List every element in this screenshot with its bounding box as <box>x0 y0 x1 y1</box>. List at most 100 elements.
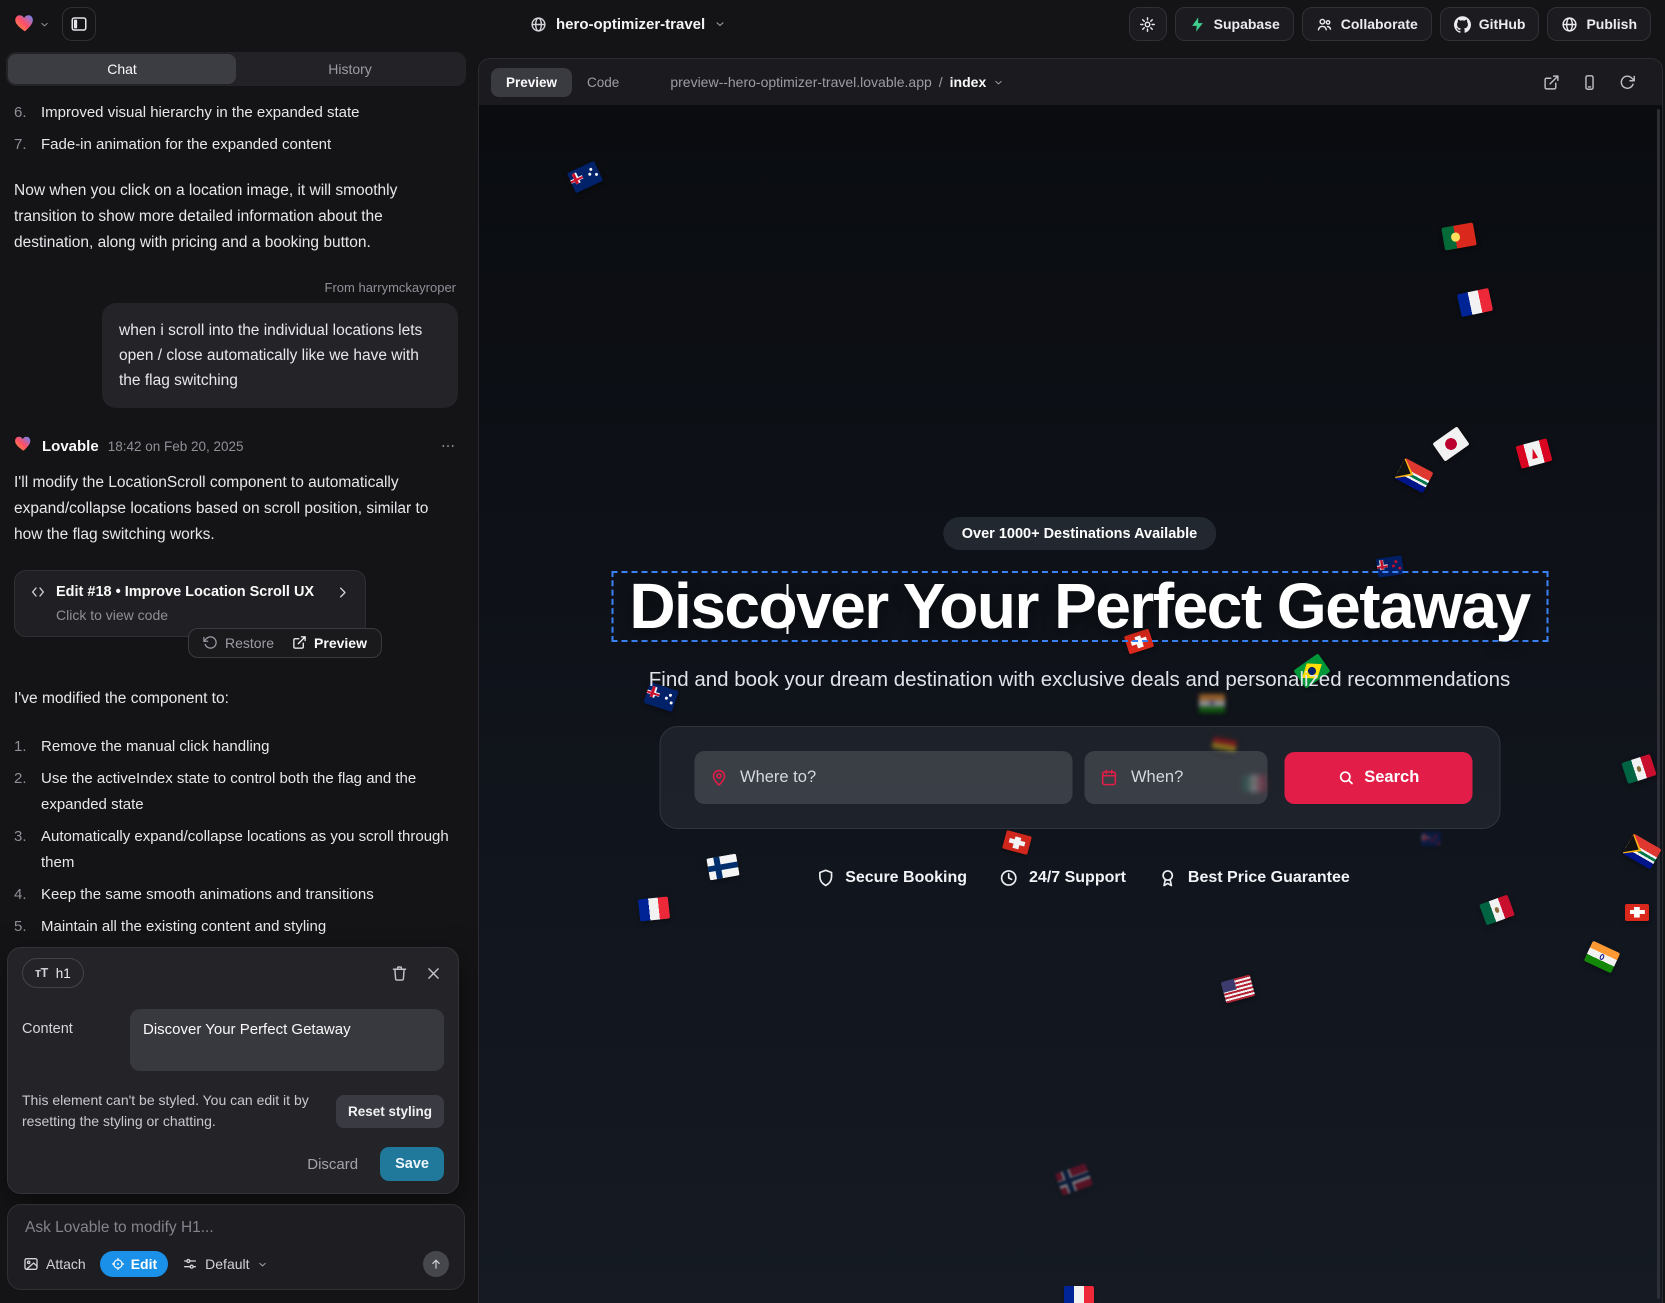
tab-history[interactable]: History <box>236 54 464 84</box>
list-item-text: Fade-in animation for the expanded conte… <box>41 132 331 158</box>
content-label: Content <box>22 1009 116 1071</box>
discard-button[interactable]: Discard <box>307 1156 358 1173</box>
preview-toolbar-actions <box>1543 74 1650 91</box>
chevron-down-icon <box>714 18 726 30</box>
edit-card-header: Edit #18 • Improve Location Scroll UX <box>30 584 350 600</box>
calendar-icon <box>1100 768 1119 787</box>
mobile-view-button[interactable] <box>1581 74 1598 91</box>
people-icon <box>1316 16 1333 33</box>
hero-subtitle: Find and book your dream destination wit… <box>649 668 1511 692</box>
sliders-icon <box>182 1256 198 1272</box>
publish-button[interactable]: Publish <box>1547 7 1651 41</box>
project-name: hero-optimizer-travel <box>556 16 705 33</box>
when-input[interactable]: When? <box>1085 751 1268 804</box>
search-button[interactable]: Search <box>1285 752 1472 804</box>
message-menu-button[interactable] <box>438 436 458 456</box>
reset-styling-button[interactable]: Reset styling <box>336 1095 444 1128</box>
tab-chat[interactable]: Chat <box>8 54 236 84</box>
composer-input[interactable] <box>23 1218 453 1238</box>
attach-button[interactable]: Attach <box>23 1256 86 1272</box>
list-item-number: 2. <box>14 766 31 818</box>
message-timestamp: 18:42 on Feb 20, 2025 <box>108 439 244 454</box>
supabase-button[interactable]: Supabase <box>1175 7 1294 41</box>
chevron-down-icon <box>257 1259 268 1270</box>
preview-scrollbar[interactable] <box>1657 109 1660 1299</box>
assistant-name: Lovable <box>42 438 99 455</box>
trash-icon <box>391 965 408 982</box>
refresh-button[interactable] <box>1619 74 1636 91</box>
preview-url-page: index <box>950 74 987 90</box>
external-link-icon <box>292 635 307 650</box>
delete-element-button[interactable] <box>391 965 408 982</box>
sidebar-tabs: Chat History <box>6 52 466 86</box>
chevron-down-icon <box>39 19 50 30</box>
restore-button[interactable]: Restore <box>203 635 274 651</box>
chat-mode-select[interactable]: Default <box>182 1256 267 1272</box>
preview-url[interactable]: preview--hero-optimizer-travel.lovable.a… <box>664 73 1010 91</box>
where-to-input[interactable]: Where to? <box>694 751 1073 804</box>
flag-mx-icon <box>1479 895 1515 926</box>
user-message-bubble: when i scroll into the individual locati… <box>102 303 458 408</box>
list-item-number: 5. <box>14 914 31 940</box>
sidebar-toggle-button[interactable] <box>62 7 96 41</box>
list-item-text: Keep the same smooth animations and tran… <box>41 882 374 908</box>
tab-preview[interactable]: Preview <box>491 68 572 97</box>
flag-fi-icon <box>706 854 739 881</box>
collaborate-button[interactable]: Collaborate <box>1302 7 1432 41</box>
content-textarea[interactable]: Discover Your Perfect Getaway <box>130 1009 444 1071</box>
gear-icon <box>1139 16 1156 33</box>
edit-mode-button[interactable]: Edit <box>100 1251 168 1277</box>
flag-mx-icon <box>1621 754 1656 784</box>
preview-url-domain: preview--hero-optimizer-travel.lovable.a… <box>670 74 931 90</box>
globe-icon <box>530 16 547 33</box>
editor-panel-header: тT h1 <box>22 958 444 988</box>
save-button[interactable]: Save <box>380 1147 444 1181</box>
send-button[interactable] <box>423 1251 449 1277</box>
open-in-new-tab-button[interactable] <box>1543 74 1560 91</box>
restore-icon <box>203 635 218 650</box>
hero-title[interactable]: Discover Your Perfect Getaway <box>613 573 1546 640</box>
assistant-message-header: Lovable 18:42 on Feb 20, 2025 <box>14 434 458 458</box>
edit-card[interactable]: Edit #18 • Improve Location Scroll UX Cl… <box>14 570 366 637</box>
topbar: hero-optimizer-travel Supabase Collabora… <box>0 0 1665 48</box>
edit-card-title: Edit #18 • Improve Location Scroll UX <box>56 584 314 600</box>
styling-note-row: This element can't be styled. You can ed… <box>22 1090 444 1132</box>
github-button[interactable]: GitHub <box>1440 7 1540 41</box>
feature-highlights: Secure Booking 24/7 Support Best Price G… <box>815 868 1350 888</box>
where-to-placeholder: Where to? <box>740 768 816 787</box>
preview-viewport[interactable]: Over 1000+ Destinations Available Discov… <box>479 105 1662 1303</box>
flag-au-icon <box>567 161 603 194</box>
settings-button[interactable] <box>1129 7 1167 41</box>
topbar-actions: Supabase Collaborate GitHub Publish <box>1129 7 1651 41</box>
close-icon <box>425 965 442 982</box>
list-item: 7. Fade-in animation for the expanded co… <box>14 132 458 158</box>
project-switcher[interactable]: hero-optimizer-travel <box>524 0 732 48</box>
panel-left-icon <box>70 15 88 33</box>
editor-panel-actions <box>391 965 444 982</box>
chat-composer: Attach Edit Default <box>7 1204 465 1290</box>
h1-selection-box[interactable]: Discover Your Perfect Getaway <box>611 571 1548 642</box>
globe-icon <box>1561 16 1578 33</box>
preview-version-button[interactable]: Preview <box>292 635 367 651</box>
flag-no-icon <box>1055 1163 1093 1196</box>
external-link-icon <box>1543 74 1560 91</box>
close-editor-button[interactable] <box>425 965 442 982</box>
editor-panel-footer: Discard Save <box>22 1147 444 1181</box>
search-icon <box>1337 769 1354 786</box>
lovable-heart-icon <box>14 434 33 458</box>
lovable-logo-menu[interactable] <box>14 12 50 37</box>
target-icon <box>111 1257 125 1271</box>
composer-toolbar: Attach Edit Default <box>23 1251 449 1277</box>
shield-icon <box>815 868 835 888</box>
element-tag-badge[interactable]: тT h1 <box>22 958 84 988</box>
attach-label: Attach <box>46 1256 86 1272</box>
restore-label: Restore <box>225 635 274 651</box>
flag-ch-icon <box>1002 829 1032 854</box>
flag-in-icon <box>1584 941 1620 974</box>
chat-scroll-area[interactable]: 6. Improved visual hierarchy in the expa… <box>0 86 472 940</box>
when-placeholder: When? <box>1131 768 1183 787</box>
award-icon <box>1158 868 1178 888</box>
tab-code[interactable]: Code <box>572 68 634 97</box>
topbar-left <box>0 7 96 41</box>
flag-pt-icon <box>1441 222 1477 250</box>
